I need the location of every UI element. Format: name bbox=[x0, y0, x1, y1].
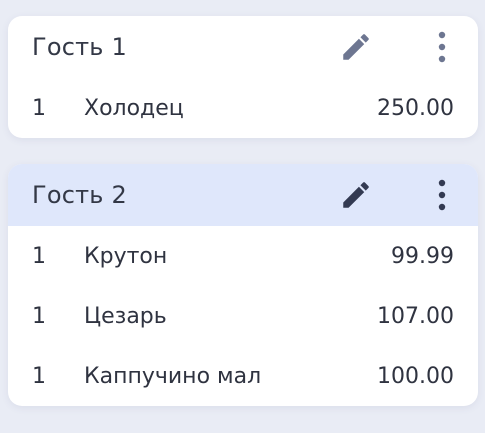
guest-actions bbox=[336, 164, 462, 226]
item-price: 99.99 bbox=[391, 243, 454, 269]
pencil-icon bbox=[343, 34, 369, 60]
item-name: Крутон bbox=[84, 243, 168, 269]
guest-card: Гость 2 1 Крутон 99.99 1 Цезарь 107.00 1… bbox=[8, 164, 478, 406]
guest-card-header[interactable]: Гость 2 bbox=[8, 164, 478, 226]
item-name: Каппучино мал bbox=[84, 363, 262, 389]
order-item-row[interactable]: 1 Холодец 250.00 bbox=[8, 78, 478, 138]
item-quantity: 1 bbox=[32, 95, 46, 121]
order-item-row[interactable]: 1 Крутон 99.99 bbox=[8, 226, 478, 286]
item-quantity: 1 bbox=[32, 363, 46, 389]
pencil-icon bbox=[343, 182, 369, 208]
item-price: 107.00 bbox=[377, 303, 454, 329]
guest-menu-button[interactable] bbox=[422, 175, 462, 215]
edit-guest-button[interactable] bbox=[336, 175, 376, 215]
item-quantity: 1 bbox=[32, 303, 46, 329]
guest-actions bbox=[336, 16, 462, 78]
item-name: Цезарь bbox=[84, 303, 167, 329]
guest-name: Гость 2 bbox=[32, 181, 127, 209]
item-quantity: 1 bbox=[32, 243, 46, 269]
item-name: Холодец bbox=[84, 95, 184, 121]
guest-name: Гость 1 bbox=[32, 33, 127, 61]
order-item-row[interactable]: 1 Цезарь 107.00 bbox=[8, 286, 478, 346]
more-vertical-icon bbox=[438, 31, 446, 63]
more-vertical-icon bbox=[438, 179, 446, 211]
guest-menu-button[interactable] bbox=[422, 27, 462, 67]
guest-card-header[interactable]: Гость 1 bbox=[8, 16, 478, 78]
guest-card: Гость 1 1 Холодец 250.00 bbox=[8, 16, 478, 138]
item-price: 250.00 bbox=[377, 95, 454, 121]
edit-guest-button[interactable] bbox=[336, 27, 376, 67]
order-item-row[interactable]: 1 Каппучино мал 100.00 bbox=[8, 346, 478, 406]
item-price: 100.00 bbox=[377, 363, 454, 389]
